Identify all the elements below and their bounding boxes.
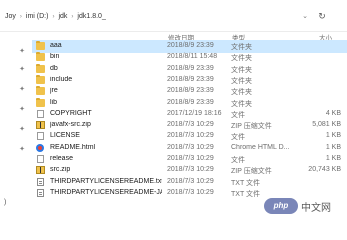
pin-icon[interactable]: ✦ bbox=[18, 86, 26, 94]
status-text: ) bbox=[4, 199, 7, 206]
file-size: 20,743 KB bbox=[308, 166, 341, 174]
address-bar[interactable]: Joy › imi (D:) › jdk › jdk1.8.0_ ⌄ ↻ bbox=[0, 0, 347, 32]
file-name: THIRDPARTYLICENSEREADME-JAVAF... bbox=[50, 188, 162, 196]
pin-icon[interactable]: ✦ bbox=[18, 66, 26, 74]
file-name: javafx-src.zip bbox=[50, 121, 91, 129]
pin-icon[interactable]: ✦ bbox=[18, 106, 26, 114]
folder-icon bbox=[36, 97, 45, 107]
chevron-down-icon[interactable]: ⌄ bbox=[300, 12, 310, 22]
zip-icon bbox=[36, 121, 45, 130]
text-file-icon bbox=[37, 177, 44, 186]
file-date: 2018/8/9 23:39 bbox=[167, 64, 214, 72]
pin-icon[interactable]: ✦ bbox=[18, 126, 26, 134]
file-date: 2018/8/9 23:39 bbox=[167, 42, 214, 49]
file-date: 2018/8/11 15:48 bbox=[167, 53, 218, 61]
pin-icon[interactable]: ✦ bbox=[18, 146, 26, 154]
file-name: lib bbox=[50, 98, 58, 106]
file-size: 1 KB bbox=[325, 155, 341, 162]
breadcrumb-item[interactable]: imi (D:) bbox=[26, 13, 49, 20]
folder-icon bbox=[36, 74, 45, 84]
chevron-right-icon[interactable]: › bbox=[52, 14, 54, 20]
file-date: 2017/12/19 18:16 bbox=[167, 109, 222, 117]
chevron-right-icon[interactable]: › bbox=[20, 14, 22, 20]
breadcrumb-item[interactable]: jdk1.8.0_ bbox=[77, 13, 105, 20]
chrome-html-icon bbox=[36, 143, 44, 152]
breadcrumb-item[interactable]: jdk bbox=[58, 13, 67, 20]
document-icon bbox=[37, 132, 44, 141]
file-name: README.html bbox=[50, 143, 96, 151]
file-name: jre bbox=[50, 87, 58, 95]
php-logo: php bbox=[264, 198, 298, 214]
watermark: php 中文网 bbox=[264, 196, 347, 216]
folder-icon bbox=[36, 52, 45, 62]
file-date: 2018/8/9 23:39 bbox=[167, 98, 214, 106]
file-date: 2018/7/3 10:29 bbox=[167, 132, 214, 140]
file-name: aaa bbox=[50, 42, 62, 49]
file-name: release bbox=[50, 155, 73, 162]
pin-icon[interactable]: ✦ bbox=[18, 48, 26, 56]
file-size: 1 KB bbox=[325, 143, 341, 151]
breadcrumb: Joy › imi (D:) › jdk › jdk1.8.0_ bbox=[5, 13, 106, 20]
file-date: 2018/7/3 10:29 bbox=[167, 177, 214, 185]
file-size: 1 KB bbox=[325, 132, 341, 140]
file-name: THIRDPARTYLICENSEREADME.txt bbox=[50, 177, 162, 185]
zip-icon bbox=[36, 166, 45, 175]
refresh-icon[interactable]: ↻ bbox=[316, 11, 328, 23]
file-size: 5,081 KB bbox=[312, 121, 341, 129]
file-name: db bbox=[50, 64, 58, 72]
folder-icon bbox=[36, 63, 45, 73]
file-name: src.zip bbox=[50, 166, 71, 174]
file-date: 2018/7/3 10:29 bbox=[167, 188, 214, 196]
file-date: 2018/7/3 10:29 bbox=[167, 143, 214, 151]
file-name: LICENSE bbox=[50, 132, 80, 140]
file-date: 2018/8/9 23:39 bbox=[167, 87, 214, 95]
file-date: 2018/8/9 23:39 bbox=[167, 75, 214, 83]
watermark-text: 中文网 bbox=[301, 203, 331, 214]
folder-icon bbox=[36, 86, 45, 96]
file-type: Chrome HTML D... bbox=[231, 143, 290, 151]
file-date: 2018/7/3 10:29 bbox=[167, 155, 214, 162]
breadcrumb-item[interactable]: Joy bbox=[5, 13, 16, 20]
file-name: include bbox=[50, 75, 73, 83]
file-date: 2018/7/3 10:29 bbox=[167, 121, 214, 129]
file-name: bin bbox=[50, 53, 60, 61]
navigation-pane: ✦ ✦ ✦ ✦ ✦ ✦ bbox=[0, 44, 30, 216]
file-name: COPYRIGHT bbox=[50, 109, 92, 117]
document-icon bbox=[37, 155, 44, 163]
file-date: 2018/7/3 10:29 bbox=[167, 166, 214, 174]
file-size: 4 KB bbox=[325, 109, 341, 117]
text-file-icon bbox=[37, 188, 44, 197]
document-icon bbox=[37, 109, 44, 118]
chevron-right-icon[interactable]: › bbox=[71, 14, 73, 20]
folder-icon bbox=[36, 41, 45, 50]
